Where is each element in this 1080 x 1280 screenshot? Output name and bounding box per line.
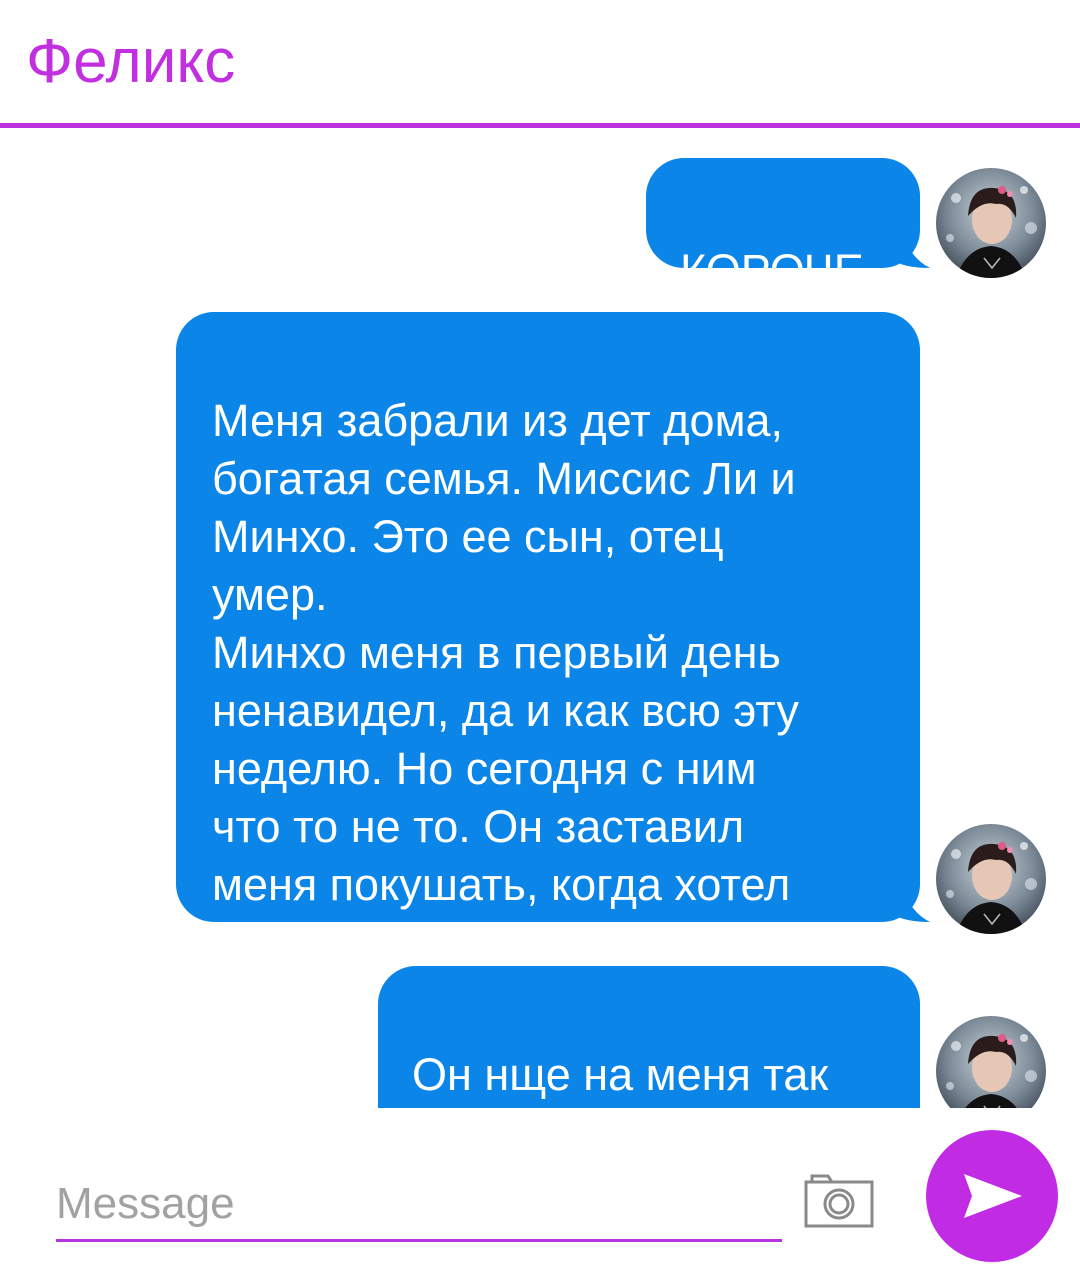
message-bubble[interactable]: Он нще на меня так смотрит.. xyxy=(378,966,920,1108)
camera-button[interactable] xyxy=(800,1168,878,1232)
message-bubble[interactable]: Меня забрали из дет дома, богатая семья.… xyxy=(176,312,920,968)
message-text: Он нще на меня так смотрит.. xyxy=(412,1049,829,1108)
message-text: Меня забрали из дет дома, богатая семья.… xyxy=(212,395,799,968)
contact-name: Феликс xyxy=(26,27,236,96)
avatar-image xyxy=(936,824,1046,934)
avatar-image xyxy=(936,1016,1046,1108)
message-text: КОРОЧЕ xyxy=(680,245,864,296)
message-bubble[interactable]: КОРОЧЕ xyxy=(646,158,920,296)
avatar[interactable] xyxy=(936,824,1046,934)
bubble-tail xyxy=(896,896,930,922)
message-composer xyxy=(0,1108,1080,1280)
message-list[interactable]: КОРОЧЕ Меня забрали из дет дома, богатая… xyxy=(0,128,1080,1108)
send-button[interactable] xyxy=(926,1130,1058,1262)
bubble-tail xyxy=(896,242,930,268)
camera-icon xyxy=(804,1174,874,1228)
avatar-image xyxy=(936,168,1046,278)
message-input[interactable] xyxy=(56,1168,782,1242)
avatar[interactable] xyxy=(936,168,1046,278)
send-icon xyxy=(964,1174,1022,1218)
chat-header: Феликс xyxy=(0,0,1080,128)
chat-screen: Феликс КОРОЧЕ Меня забрали из дет дома, … xyxy=(0,0,1080,1280)
avatar[interactable] xyxy=(936,1016,1046,1108)
